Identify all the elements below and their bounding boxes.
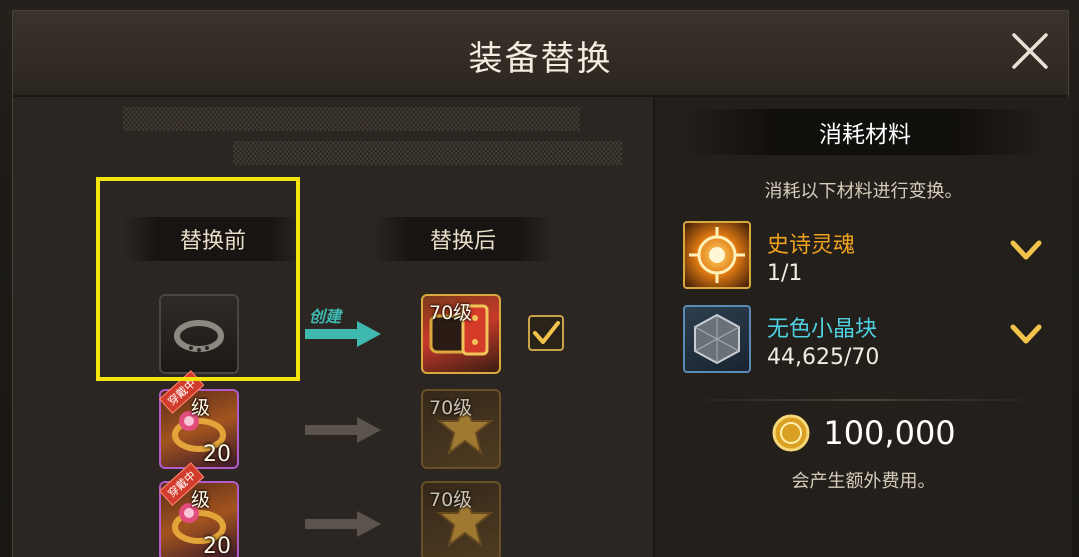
background-blur-text: ▒▒▒▒▒▒▒▒▒▒▒▒▒▒▒▒▒▒▒▒▒▒▒▒▒▒▒ [123, 107, 580, 132]
count-badge: 20 [203, 534, 231, 557]
level-badge: 70级 [429, 489, 473, 511]
count-badge: 20 [203, 442, 231, 467]
level-badge: 70级 [429, 397, 473, 419]
expand-button[interactable] [1007, 319, 1045, 349]
close-button[interactable] [1006, 27, 1054, 75]
level-badge: 级 [191, 397, 211, 419]
cost-value: 100,000 [823, 414, 956, 452]
material-quantity: 1/1 [767, 261, 803, 286]
after-slot-item[interactable]: 70级 [421, 481, 501, 557]
dialog-header: 装备替换 [13, 11, 1068, 97]
select-checkbox[interactable] [528, 315, 564, 351]
material-row[interactable]: 无色小晶块 44,625/70 [683, 305, 1063, 381]
arrow-right-icon [305, 321, 381, 347]
dialog-title: 装备替换 [468, 39, 613, 79]
before-slot-item[interactable]: 级 穿戴中 20 [159, 462, 239, 557]
after-column-header: 替换后 [373, 217, 553, 261]
after-slot-item[interactable]: 70级 [421, 294, 501, 374]
level-badge: 级 [191, 489, 211, 511]
materials-header: 消耗材料 [685, 109, 1045, 155]
arrow-right-icon [305, 417, 381, 443]
game-screen: 装备替换 ▒▒▒▒▒▒▒▒▒▒▒▒▒▒▒▒▒▒▒▒▒▒▒▒▒▒▒ ▒▒▒▒▒▒▒… [0, 0, 1079, 557]
cost-note: 会产生额外费用。 [791, 471, 936, 492]
after-slot-item[interactable]: 70级 [421, 389, 501, 469]
material-name: 无色小晶块 [767, 317, 878, 342]
before-slot-item[interactable]: 级 穿戴中 20 [159, 370, 239, 469]
colorless-crystal-icon [683, 305, 751, 373]
expand-button[interactable] [1007, 235, 1045, 265]
materials-description: 消耗以下材料进行变换。 [764, 181, 963, 202]
gold-coin-icon [772, 414, 810, 452]
arrow-right-icon [305, 511, 381, 537]
crystal-icon [694, 313, 740, 365]
chevron-down-icon [1010, 240, 1042, 260]
cost-display: 100,000 [655, 413, 1072, 453]
materials-panel: 消耗材料 消耗以下材料进行变换。 史诗灵魂 1/1 无色小晶块 44,625/7… [653, 97, 1072, 557]
level-badge: 70级 [429, 302, 473, 324]
chevron-down-icon [1010, 324, 1042, 344]
background-blur-text: ▒▒▒▒▒▒▒▒▒▒▒▒▒▒▒▒▒▒▒▒▒▒▒ [233, 141, 623, 166]
checkmark-icon [533, 321, 560, 344]
close-icon [1012, 33, 1048, 69]
material-row[interactable]: 史诗灵魂 1/1 [683, 221, 1063, 297]
divider [679, 399, 1049, 401]
epic-soul-icon [683, 221, 751, 289]
material-quantity: 44,625/70 [767, 345, 880, 370]
material-name: 史诗灵魂 [767, 233, 856, 258]
sun-emblem-icon [689, 227, 745, 283]
highlight-box [96, 177, 300, 381]
